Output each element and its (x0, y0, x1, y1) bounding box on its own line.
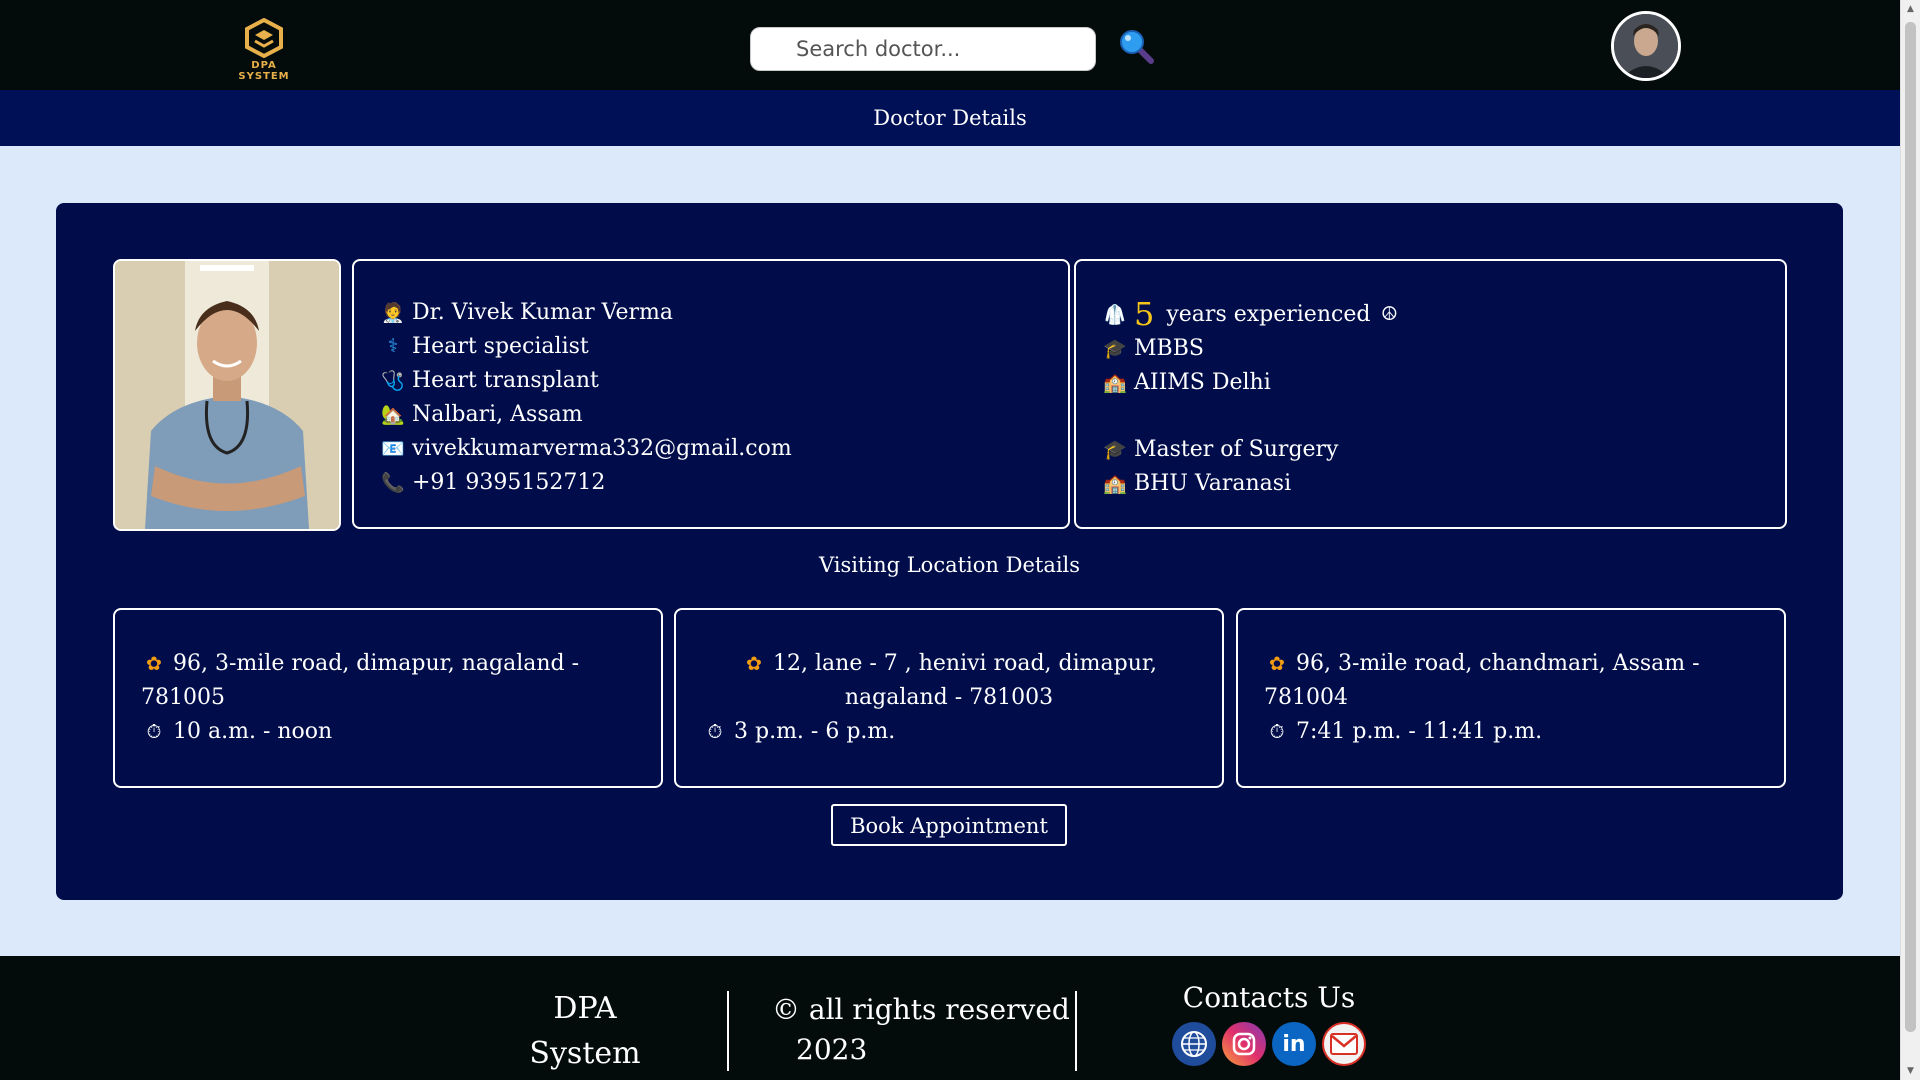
stethoscope-icon: 🩺 (381, 369, 405, 392)
doctor-expertise: Heart transplant (412, 367, 599, 393)
stopwatch-icon: ⏱ (146, 721, 162, 743)
degree-row: 🎓 Master of Surgery (1102, 432, 1785, 466)
scroll-up-arrow[interactable]: ▲ (1901, 0, 1920, 18)
stopwatch-icon: ⏱ (707, 721, 723, 743)
location-card: ✿ 12, lane - 7 , henivi road, dimapur, na… (674, 608, 1224, 788)
magnifier-icon (1120, 30, 1154, 64)
doctor-photo-image (115, 261, 339, 529)
experience-years: 5 (1134, 295, 1155, 333)
page-title: Doctor Details (873, 106, 1027, 130)
degree-name: MBBS (1134, 335, 1204, 361)
institute-name: BHU Varanasi (1134, 470, 1292, 496)
doctor-name: Dr. Vivek Kumar Verma (412, 299, 674, 325)
flower-icon: ✿ (146, 653, 162, 675)
institute-row: 🏫 BHU Varanasi (1102, 466, 1785, 500)
logo-text: DPA SYSTEM (238, 60, 290, 82)
logo-icon (245, 18, 283, 58)
location-card: ✿ 96, 3-mile road, chandmari, Assam - 781… (1236, 608, 1786, 788)
location-time: 10 a.m. - noon (173, 719, 333, 744)
caduceus-icon: ⚕ (387, 335, 399, 357)
top-navbar: DPA SYSTEM (0, 0, 1900, 90)
scroll-down-arrow[interactable]: ▼ (1901, 1062, 1920, 1080)
degree-name: Master of Surgery (1134, 436, 1339, 462)
gmail-icon[interactable] (1322, 1022, 1366, 1066)
footer-rights-line1: © all rights reserved (772, 993, 1070, 1026)
linkedin-icon[interactable]: in (1272, 1022, 1316, 1066)
location-address: 96, 3-mile road, dimapur, nagaland - 781… (141, 651, 580, 710)
phone-icon: 📞 (381, 471, 405, 494)
flower-icon: ✿ (1269, 653, 1285, 675)
school-icon: 🏫 (1103, 371, 1127, 394)
location-address: 96, 3-mile road, chandmari, Assam - 7810… (1264, 651, 1700, 710)
specialty-row: ⚕ Heart specialist (380, 329, 1068, 363)
graduation-cap-icon: 🎓 (1103, 337, 1127, 360)
location-address: 12, lane - 7 , henivi road, dimapur, nag… (773, 651, 1157, 710)
visiting-section-title: Visiting Location Details (818, 553, 1081, 577)
doctor-details-card: 🧑‍⚕️ Dr. Vivek Kumar Verma ⚕ Heart speci… (56, 203, 1843, 900)
logo[interactable]: DPA SYSTEM (228, 18, 300, 82)
doctor-phone[interactable]: +91 9395152712 (412, 470, 605, 495)
footer-contacts: Contacts Us in (1165, 981, 1373, 1066)
footer-divider (727, 991, 729, 1071)
expertise-row: 🩺 Heart transplant (380, 363, 1068, 397)
degree-row: 🎓 MBBS (1102, 331, 1785, 365)
house-icon: 🏡 (381, 403, 405, 426)
institute-name: AIIMS Delhi (1134, 369, 1271, 395)
time-row: ⏱ 7:41 p.m. - 11:41 p.m. (1264, 715, 1758, 749)
location-time: 7:41 p.m. - 11:41 p.m. (1296, 719, 1543, 744)
doctor-photo (113, 259, 341, 531)
social-links: in (1165, 1022, 1373, 1066)
doctor-name-row: 🧑‍⚕️ Dr. Vivek Kumar Verma (380, 295, 1068, 329)
address-row: ✿ 12, lane - 7 , henivi road, dimapur, na… (702, 647, 1196, 715)
email-row: 📧 vivekkumarverma332@gmail.com (380, 431, 1068, 465)
scrollbar[interactable]: ▲ ▼ (1900, 0, 1920, 1080)
search-box (750, 27, 1096, 71)
phone-row: 📞 +91 9395152712 (380, 465, 1068, 499)
location-time: 3 p.m. - 6 p.m. (734, 719, 896, 744)
institute-row: 🏫 AIIMS Delhi (1102, 365, 1785, 399)
scroll-thumb[interactable] (1905, 22, 1916, 1032)
footer-copyright: © all rights reserved 2023 (772, 990, 1070, 1070)
flower-icon: ✿ (746, 653, 762, 675)
graduation-cap-icon: 🎓 (1103, 438, 1127, 461)
location-card: ✿ 96, 3-mile road, dimapur, nagaland - 78… (113, 608, 663, 788)
email-icon: 📧 (381, 437, 405, 460)
book-appointment-button[interactable]: Book Appointment (831, 804, 1067, 846)
stopwatch-icon: ⏱ (1269, 721, 1285, 743)
location-row: 🏡 Nalbari, Assam (380, 397, 1068, 431)
time-row: ⏱ 3 p.m. - 6 p.m. (702, 715, 896, 749)
address-row: ✿ 96, 3-mile road, dimapur, nagaland - 78… (141, 647, 635, 715)
coat-icon: 🥼 (1103, 303, 1127, 326)
contacts-title: Contacts Us (1182, 981, 1356, 1014)
avatar-image (1614, 14, 1678, 78)
peace-icon: ☮ (1380, 303, 1398, 325)
footer-brand-line1: DPA (553, 991, 617, 1026)
doctor-email[interactable]: vivekkumarverma332@gmail.com (412, 436, 792, 461)
footer: DPA System © all rights reserved 2023 Co… (0, 956, 1900, 1080)
search-input[interactable] (751, 28, 1095, 70)
search-button[interactable] (1118, 28, 1156, 70)
doctor-icon: 🧑‍⚕️ (381, 301, 405, 324)
globe-icon[interactable] (1172, 1022, 1216, 1066)
user-avatar[interactable] (1611, 11, 1681, 81)
education-box: 🥼 5 years experienced ☮ 🎓 MBBS 🏫 AIIMS D… (1074, 259, 1787, 529)
doctor-info-box: 🧑‍⚕️ Dr. Vivek Kumar Verma ⚕ Heart speci… (352, 259, 1070, 529)
experience-row: 🥼 5 years experienced ☮ (1102, 295, 1785, 333)
address-row: ✿ 96, 3-mile road, chandmari, Assam - 781… (1264, 647, 1758, 715)
footer-rights-line2: 2023 (796, 1033, 868, 1066)
doctor-specialty: Heart specialist (412, 333, 589, 359)
footer-brand-line2: System (529, 1036, 641, 1071)
page-header: Doctor Details (0, 90, 1900, 146)
footer-divider (1075, 991, 1077, 1071)
school-icon: 🏫 (1103, 472, 1127, 495)
experience-label: years experienced (1166, 301, 1371, 327)
instagram-icon[interactable] (1222, 1022, 1266, 1066)
footer-brand: DPA System (520, 986, 650, 1076)
time-row: ⏱ 10 a.m. - noon (141, 715, 635, 749)
doctor-location: Nalbari, Assam (412, 401, 583, 427)
